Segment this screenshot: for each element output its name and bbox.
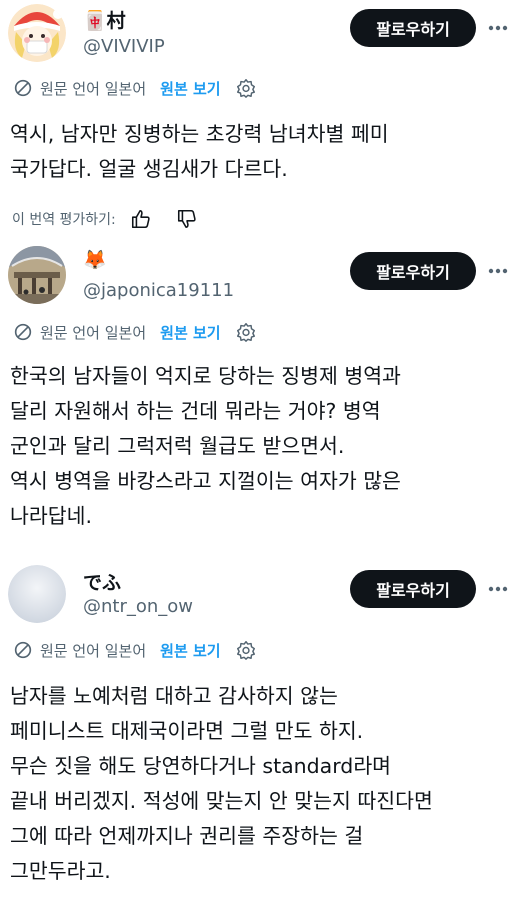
post-text-line: 한국의 남자들이 억지로 당하는 징병제 병역과 <box>10 364 401 388</box>
post-3: でふ @ntr_on_ow 팔로우하기 원문 언어 일본어 원본 보기 남자를 … <box>0 562 516 910</box>
user-handle[interactable]: @japonica19111 <box>83 280 234 301</box>
follow-button[interactable]: 팔로우하기 <box>350 252 476 290</box>
follow-button[interactable]: 팔로우하기 <box>350 570 476 608</box>
more-options-icon[interactable] <box>486 577 510 601</box>
avatar[interactable] <box>8 565 66 623</box>
thumbs-up-icon[interactable] <box>130 208 152 230</box>
post-text: 남자를 노예처럼 대하고 감사하지 않는 페미니스트 대제국이라면 그럴 만도 … <box>10 679 510 889</box>
thumbs-down-icon[interactable] <box>176 208 198 230</box>
translation-bar: 원문 언어 일본어 원본 보기 <box>12 319 257 345</box>
translate-icon <box>14 323 32 341</box>
more-options-icon[interactable] <box>486 259 510 283</box>
user-handle[interactable]: @VIVIVIP <box>83 36 165 57</box>
post-1: 🀄村 @VIVIVIP 팔로우하기 원문 언어 일본어 원본 보기 역시, 남자… <box>0 0 516 240</box>
rate-translation-bar: 이 번역 평가하기: <box>12 205 198 233</box>
post-text: 역시, 남자만 징병하는 초강력 남녀차별 페미 국가답다. 얼굴 생김새가 다… <box>10 117 510 187</box>
display-name[interactable]: でふ <box>83 568 121 595</box>
source-language-label: 원문 언어 일본어 <box>40 323 147 342</box>
source-language-label: 원문 언어 일본어 <box>40 641 147 660</box>
post-text-line: 국가답다. 얼굴 생김새가 다르다. <box>10 157 288 181</box>
post-text-line: 그에 따라 언제까지나 권리를 주장하는 걸 <box>10 824 364 848</box>
post-text-line: 페미니스트 대제국이라면 그럴 만도 하지. <box>10 719 364 743</box>
post-text-line: 역시 병역을 바캉스라고 지껄이는 여자가 많은 <box>10 469 401 493</box>
more-options-icon[interactable] <box>486 16 510 40</box>
show-original-link[interactable]: 원본 보기 <box>160 322 220 343</box>
post-text-line: 남자를 노예처럼 대하고 감사하지 않는 <box>10 684 338 708</box>
post-text-line: 끝내 버리겠지. 적성에 맞는지 안 맞는지 따진다면 <box>10 789 433 813</box>
avatar[interactable] <box>8 4 66 62</box>
translate-icon <box>14 641 32 659</box>
avatar[interactable] <box>8 246 66 304</box>
source-language-label: 원문 언어 일본어 <box>40 79 147 98</box>
post-text: 한국의 남자들이 억지로 당하는 징병제 병역과 달리 자원해서 하는 건데 뭐… <box>10 359 510 534</box>
translation-bar: 원문 언어 일본어 원본 보기 <box>12 75 257 101</box>
post-text-line: 무슨 짓을 해도 당연하다거나 standard라며 <box>10 754 392 778</box>
post-2: 🦊 @japonica19111 팔로우하기 원문 언어 일본어 원본 보기 한… <box>0 240 516 562</box>
rate-translation-label: 이 번역 평가하기: <box>12 212 116 228</box>
post-text-line: 역시, 남자만 징병하는 초강력 남녀차별 페미 <box>10 122 389 146</box>
post-text-line: 그만두라고. <box>10 859 111 883</box>
follow-button[interactable]: 팔로우하기 <box>350 9 476 47</box>
gear-icon[interactable] <box>235 639 257 661</box>
display-name[interactable]: 🦊 <box>83 248 107 271</box>
show-original-link[interactable]: 원본 보기 <box>160 78 220 99</box>
display-name[interactable]: 🀄村 <box>83 6 126 33</box>
user-handle[interactable]: @ntr_on_ow <box>83 596 193 617</box>
translate-icon <box>14 79 32 97</box>
translation-bar: 원문 언어 일본어 원본 보기 <box>12 637 257 663</box>
gear-icon[interactable] <box>235 77 257 99</box>
show-original-link[interactable]: 원본 보기 <box>160 640 220 661</box>
post-text-line: 군인과 달리 그럭저럭 월급도 받으면서. <box>10 434 345 458</box>
post-text-line: 나라답네. <box>10 504 92 528</box>
gear-icon[interactable] <box>235 321 257 343</box>
post-text-line: 달리 자원해서 하는 건데 뭐라는 거야? 병역 <box>10 399 381 423</box>
